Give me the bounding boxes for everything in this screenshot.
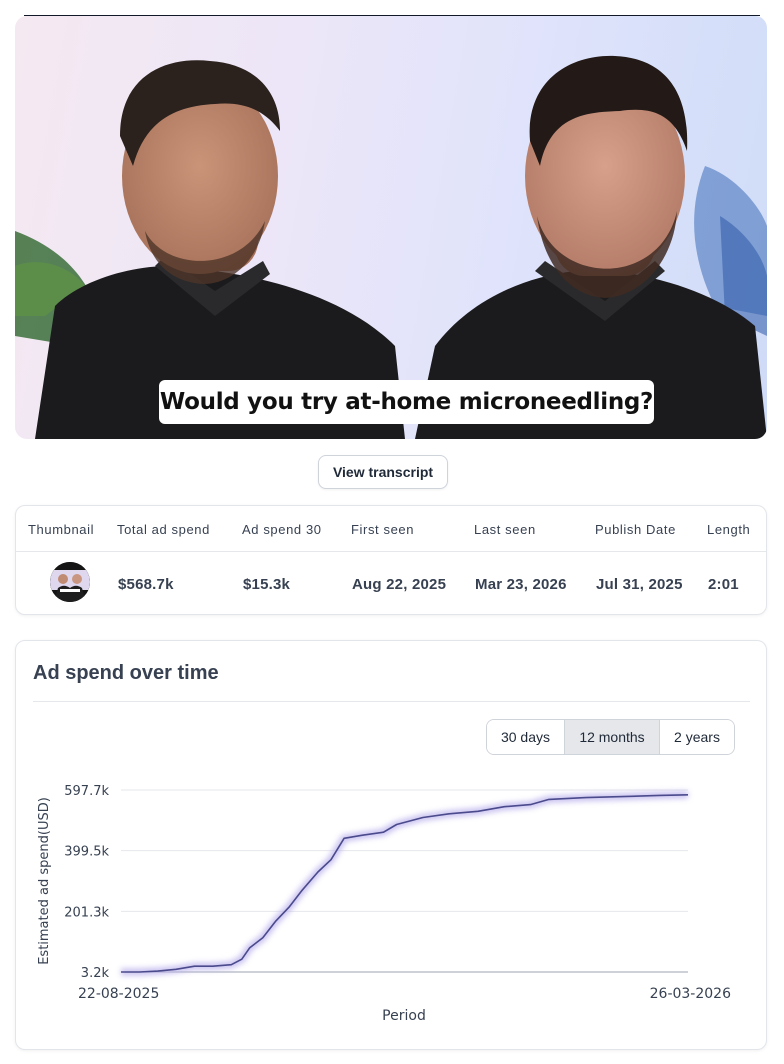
thumbnail-image — [50, 562, 90, 602]
view-transcript-button[interactable]: View transcript — [318, 455, 448, 489]
ad-spend-line-chart: 3.2k 201.3k 399.5k 597.7k 22-08-2025 26-03-20… — [37, 784, 731, 1024]
x-tick-label: 22-08-2025 — [78, 986, 159, 1002]
ad-spend-chart-card: Ad spend over time 30 days 12 months 2 y… — [15, 640, 767, 1050]
ad-thumbnail-avatar[interactable] — [50, 562, 90, 602]
y-tick-label: 399.5k — [64, 845, 109, 860]
header-thumbnail: Thumbnail — [28, 522, 95, 537]
value-total-ad-spend: $568.7k — [118, 576, 174, 593]
value-first-seen: Aug 22, 2025 — [352, 576, 447, 593]
header-publish-date: Publish Date — [595, 522, 676, 537]
header-total-ad-spend: Total ad spend — [117, 522, 210, 537]
value-ad-spend-30: $15.3k — [243, 576, 291, 593]
header-first-seen: First seen — [351, 522, 415, 537]
y-tick-label: 3.2k — [81, 966, 110, 981]
video-player[interactable]: Would you try at-home microneedling? — [15, 16, 767, 439]
x-tick-label: 26-03-2026 — [650, 986, 731, 1002]
y-axis-label: Estimated ad spend(USD) — [37, 797, 52, 965]
header-ad-spend-30: Ad spend 30 — [242, 522, 322, 537]
series-line-glow — [121, 791, 689, 976]
value-length: 2:01 — [708, 576, 739, 593]
y-tick-label: 201.3k — [64, 905, 109, 920]
value-last-seen: Mar 23, 2026 — [475, 576, 567, 593]
value-publish-date: Jul 31, 2025 — [596, 576, 683, 593]
video-frame-illustration — [15, 55, 767, 439]
ad-stats-table: Thumbnail Total ad spend Ad spend 30 Fir… — [15, 505, 767, 615]
video-caption: Would you try at-home microneedling? — [159, 380, 654, 424]
header-length: Length — [707, 522, 751, 537]
x-axis-label: Period — [382, 1008, 426, 1024]
header-last-seen: Last seen — [474, 522, 536, 537]
y-tick-label: 597.7k — [64, 784, 109, 799]
